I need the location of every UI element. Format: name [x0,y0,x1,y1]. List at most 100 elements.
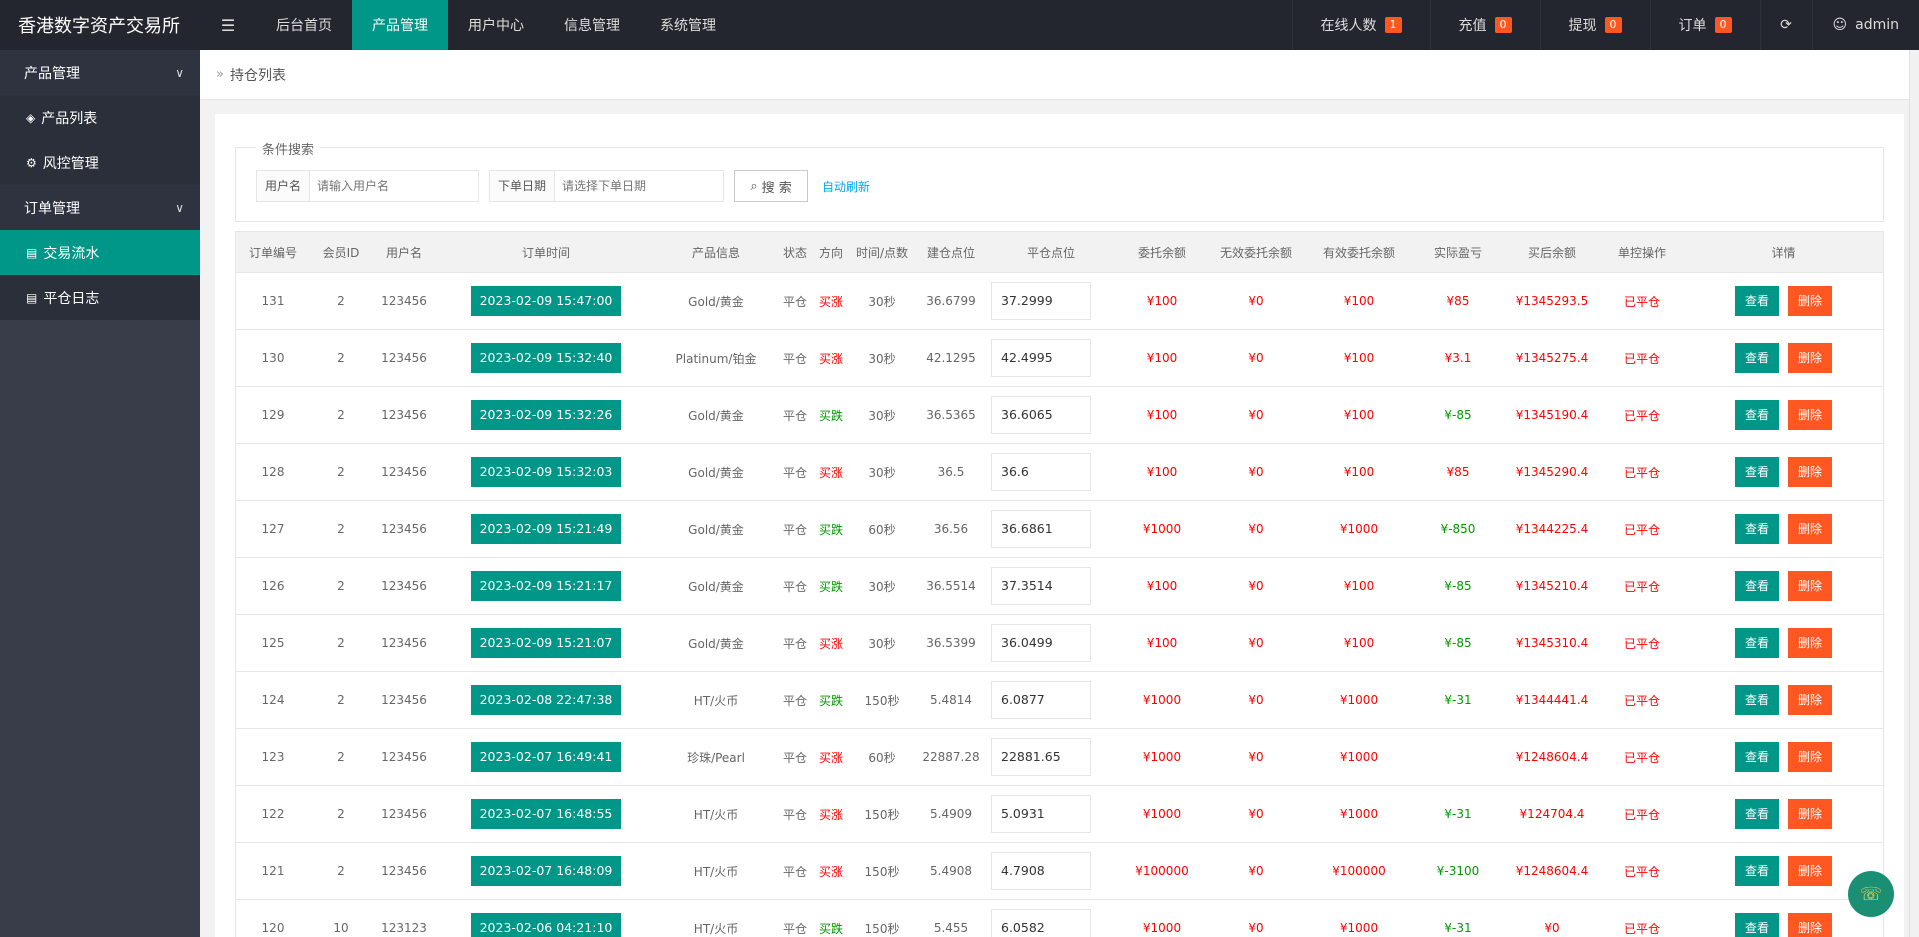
invalid-amount-cell: ¥0 [1208,465,1304,479]
close-price[interactable]: 37.3514 [991,567,1091,605]
period: 60秒 [868,750,896,765]
view-button[interactable]: 查看 [1734,856,1779,886]
status-cell: 平仓 [776,521,814,538]
withdraw-link[interactable]: 提现 0 [1539,0,1650,50]
user-menu[interactable]: ☺ admin [1811,0,1919,50]
view-button[interactable]: 查看 [1734,685,1779,715]
period-cell: 30秒 [848,578,916,595]
control-status: 已平仓 [1623,921,1660,936]
sidebar-item-close-log[interactable]: ▤ 平仓日志 [0,275,200,320]
sidebar-group-orders[interactable]: 订单管理 ∨ [0,185,200,230]
close-price[interactable]: 4.7908 [991,852,1091,890]
entrust-amount-cell: ¥100 [1116,351,1208,365]
status-cell: 平仓 [776,350,814,367]
invalid-amount: ¥0 [1248,522,1264,536]
search-button[interactable]: ⌕ 搜 索 [734,170,809,202]
order-time: 2023-02-09 15:32:26 [470,400,622,430]
delete-button[interactable]: 删除 [1788,514,1833,544]
orders-link[interactable]: 订单 0 [1649,0,1760,50]
delete-button[interactable]: 删除 [1788,856,1833,886]
delete-button[interactable]: 删除 [1788,286,1833,316]
close-price[interactable]: 36.6065 [991,396,1091,434]
entrust-amount-cell: ¥100000 [1116,864,1208,878]
open-price-cell: 5.455 [916,921,986,935]
view-button[interactable]: 查看 [1734,628,1779,658]
nav-info[interactable]: 信息管理 [544,0,640,50]
sidebar-group-products[interactable]: 产品管理 ∨ [0,50,200,95]
member-id: 2 [337,807,345,821]
menu-toggle-icon[interactable]: ☰ [200,0,256,50]
direction: 买涨 [818,465,843,480]
nav-system[interactable]: 系统管理 [640,0,736,50]
scrollbar[interactable] [1909,50,1919,937]
username-field: 用户名 [256,170,480,202]
valid-amount: ¥100 [1343,636,1375,650]
actions-cell: 查看 删除 [1682,457,1885,487]
actions-cell: 查看 删除 [1682,913,1885,937]
control-status: 已平仓 [1623,522,1660,537]
view-button[interactable]: 查看 [1734,742,1779,772]
direction-cell: 买跌 [814,692,848,709]
auto-refresh-link[interactable]: 自动刷新 [822,178,870,195]
nav-users[interactable]: 用户中心 [448,0,544,50]
close-price[interactable]: 36.6 [991,453,1091,491]
username-input[interactable] [310,171,479,201]
actual-pnl-cell: ¥-3100 [1414,864,1502,878]
delete-button[interactable]: 删除 [1788,400,1833,430]
delete-button[interactable]: 删除 [1788,685,1833,715]
view-button[interactable]: 查看 [1734,286,1779,316]
nav-products[interactable]: 产品管理 [352,0,448,50]
view-button[interactable]: 查看 [1734,799,1779,829]
view-button[interactable]: 查看 [1734,913,1779,937]
delete-button[interactable]: 删除 [1788,457,1833,487]
close-price[interactable]: 37.2999 [991,282,1091,320]
view-button[interactable]: 查看 [1734,457,1779,487]
delete-button[interactable]: 删除 [1788,628,1833,658]
username-cell: 123123 [372,921,436,935]
close-price[interactable]: 42.4995 [991,339,1091,377]
close-price[interactable]: 36.0499 [991,624,1091,662]
nav-home[interactable]: 后台首页 [256,0,352,50]
status-cell: 平仓 [776,863,814,880]
entrust-amount-cell: ¥1000 [1116,750,1208,764]
close-price[interactable]: 5.0931 [991,795,1091,833]
balance-after-cell: ¥0 [1502,921,1602,935]
delete-button[interactable]: 删除 [1788,742,1833,772]
delete-button[interactable]: 删除 [1788,799,1833,829]
recharge-link[interactable]: 充值 0 [1429,0,1540,50]
delete-button[interactable]: 删除 [1788,571,1833,601]
product-info: Gold/黄金 [688,294,744,309]
sidebar-item-risk[interactable]: ⚙ 风控管理 [0,140,200,185]
entrust-amount: ¥1000 [1142,693,1182,707]
delete-button[interactable]: 删除 [1788,913,1833,937]
direction-cell: 买涨 [814,635,848,652]
control-status: 已平仓 [1623,294,1660,309]
close-price[interactable]: 6.0877 [991,681,1091,719]
view-button[interactable]: 查看 [1734,514,1779,544]
direction: 买跌 [818,921,843,936]
sidebar-item-transactions[interactable]: ▤ 交易流水 [0,230,200,275]
online-users[interactable]: 在线人数 1 [1291,0,1430,50]
actions-cell: 查看 删除 [1682,685,1885,715]
period: 150秒 [864,693,900,708]
entrust-amount: ¥1000 [1142,522,1182,536]
app-title: 香港数字资产交易所 [18,16,180,37]
direction: 买跌 [818,522,843,537]
close-price[interactable]: 6.0582 [991,909,1091,937]
table-row: 129 2 123456 2023-02-09 15:32:26 Gold/黄金 平仓 买跌… [236,386,1883,443]
close-price[interactable]: 36.6861 [991,510,1091,548]
headset-icon[interactable]: ☏ [1848,871,1894,917]
product-info-cell: Platinum/铂金 [656,350,776,367]
sidebar-item-product-list[interactable]: ◈ 产品列表 [0,95,200,140]
refresh-icon[interactable]: ⟳ [1759,0,1812,50]
view-button[interactable]: 查看 [1734,571,1779,601]
valid-amount: ¥1000 [1339,693,1379,707]
view-button[interactable]: 查看 [1734,343,1779,373]
open-price-cell: 36.5 [916,465,986,479]
view-button[interactable]: 查看 [1734,400,1779,430]
delete-button[interactable]: 删除 [1788,343,1833,373]
close-price[interactable]: 22881.65 [991,738,1091,776]
period-cell: 60秒 [848,521,916,538]
date-input[interactable] [555,171,724,201]
username-cell: 123456 [372,693,436,707]
